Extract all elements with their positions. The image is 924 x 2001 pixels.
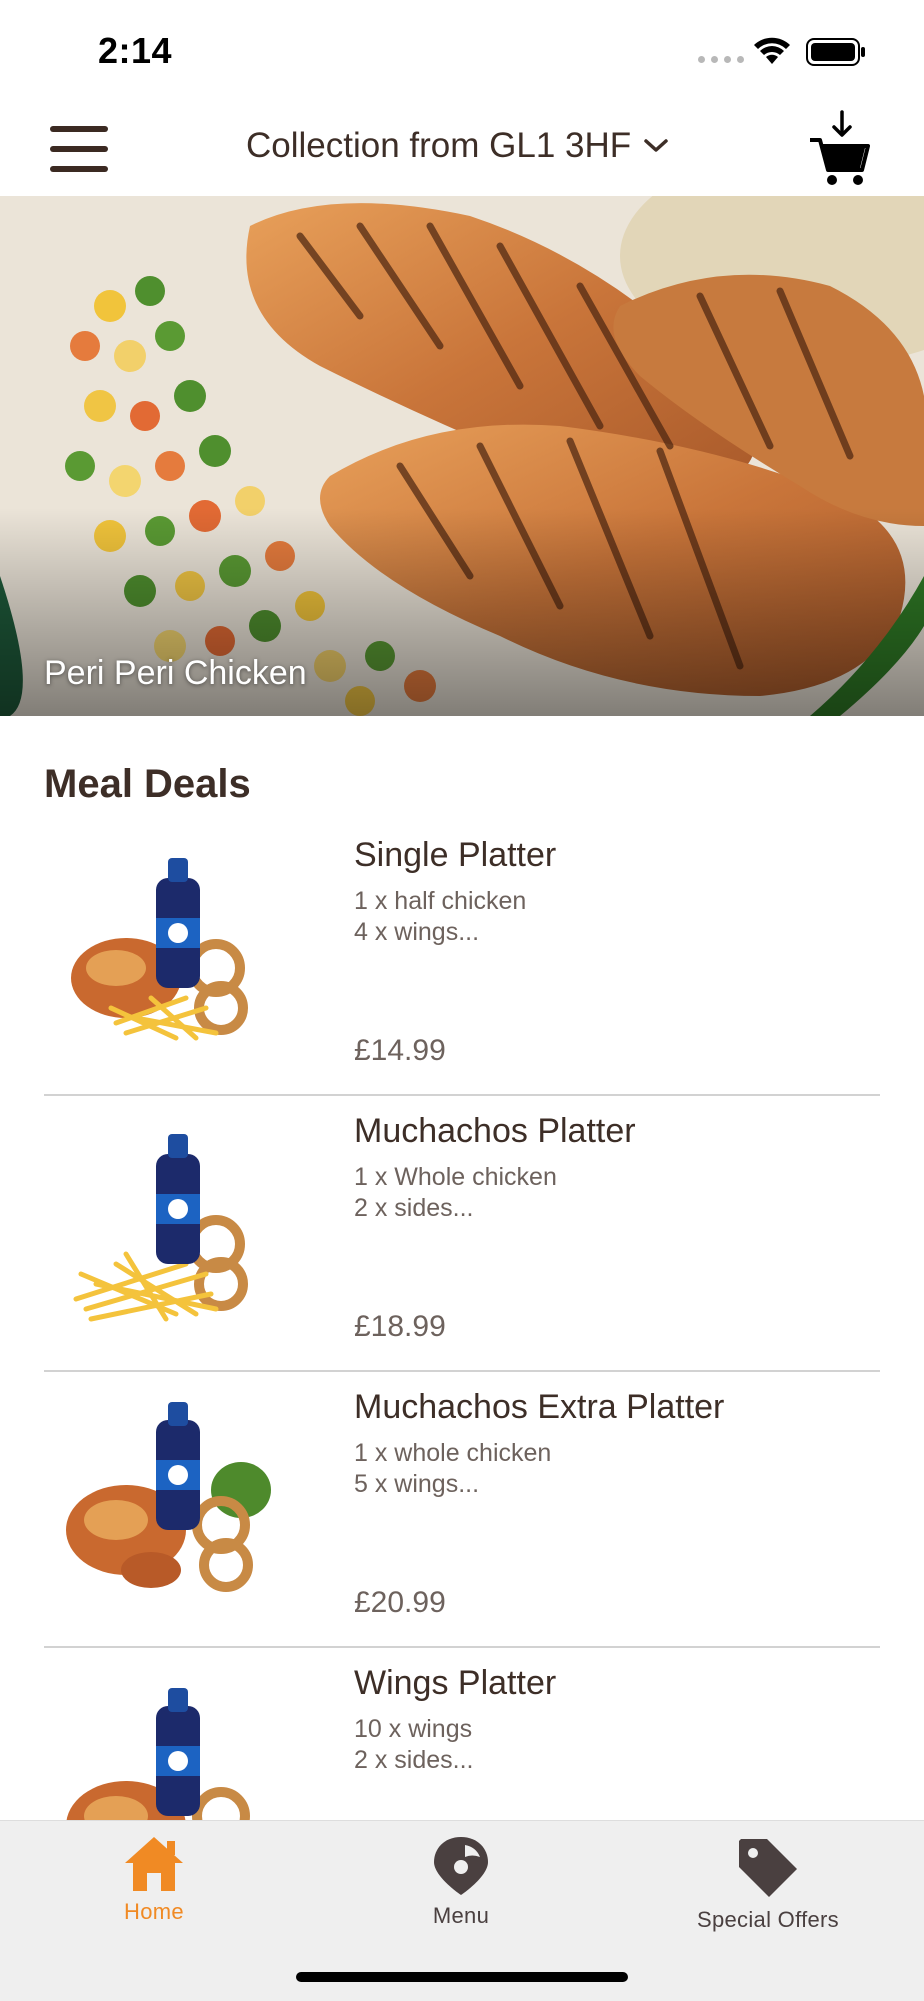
menu-button[interactable] — [50, 126, 110, 172]
item-description: 1 x whole chicken 5 x wings... — [354, 1439, 552, 1498]
battery-icon — [806, 38, 865, 66]
tab-label: Home — [124, 1899, 184, 1924]
tab-label: Special Offers — [697, 1907, 839, 1932]
hero-food-image — [0, 196, 924, 716]
item-name: Single Platter — [354, 836, 557, 874]
item-description: 1 x half chicken 4 x wings... — [354, 887, 527, 946]
hero-banner[interactable]: Peri Peri Chicken — [0, 196, 924, 716]
meal-deals-list: Single Platter 1 x half chicken 4 x wing… — [0, 820, 924, 1924]
tab-menu[interactable]: Menu — [341, 1835, 581, 1929]
tag-icon — [739, 1839, 797, 1897]
list-item[interactable]: Muchachos Extra Platter 1 x whole chicke… — [0, 1372, 924, 1648]
platter-image — [66, 1402, 271, 1592]
item-price: £14.99 — [354, 1034, 446, 1067]
cart-button[interactable] — [808, 108, 870, 190]
location-label: Collection from GL1 3HF — [246, 126, 632, 165]
tab-label: Menu — [432, 1903, 490, 1928]
platter-image — [73, 1134, 248, 1322]
section-title: Meal Deals — [44, 762, 251, 806]
item-price: £20.99 — [354, 1586, 446, 1619]
tab-home[interactable]: Home — [34, 1835, 274, 1925]
wifi-icon — [754, 37, 790, 64]
status-bar: 2:14 — [0, 0, 924, 100]
chevron-down-icon — [644, 139, 668, 152]
home-indicator — [296, 1972, 628, 1982]
map-pin-icon — [434, 1837, 488, 1895]
cart-download-icon — [810, 110, 870, 185]
status-time: 2:14 — [98, 30, 173, 71]
item-price: £18.99 — [354, 1310, 446, 1343]
list-item[interactable]: Muchachos Platter 1 x Whole chicken 2 x … — [0, 1096, 924, 1372]
platter-image — [71, 858, 248, 1041]
item-name: Muchachos Extra Platter — [354, 1388, 725, 1426]
list-item[interactable]: Single Platter 1 x half chicken 4 x wing… — [0, 820, 924, 1096]
item-description: 10 x wings 2 x sides... — [354, 1715, 474, 1774]
item-name: Muchachos Platter — [354, 1112, 636, 1150]
item-description: 1 x Whole chicken 2 x sides... — [354, 1163, 557, 1222]
signal-icon — [698, 56, 744, 63]
tab-special-offers[interactable]: Special Offers — [648, 1835, 888, 1933]
location-selector[interactable]: Collection from GL1 3HF — [246, 126, 669, 166]
hero-title: Peri Peri Chicken — [44, 654, 307, 692]
app-header: Collection from GL1 3HF — [0, 100, 924, 196]
home-icon — [125, 1837, 183, 1891]
item-name: Wings Platter — [354, 1664, 557, 1702]
